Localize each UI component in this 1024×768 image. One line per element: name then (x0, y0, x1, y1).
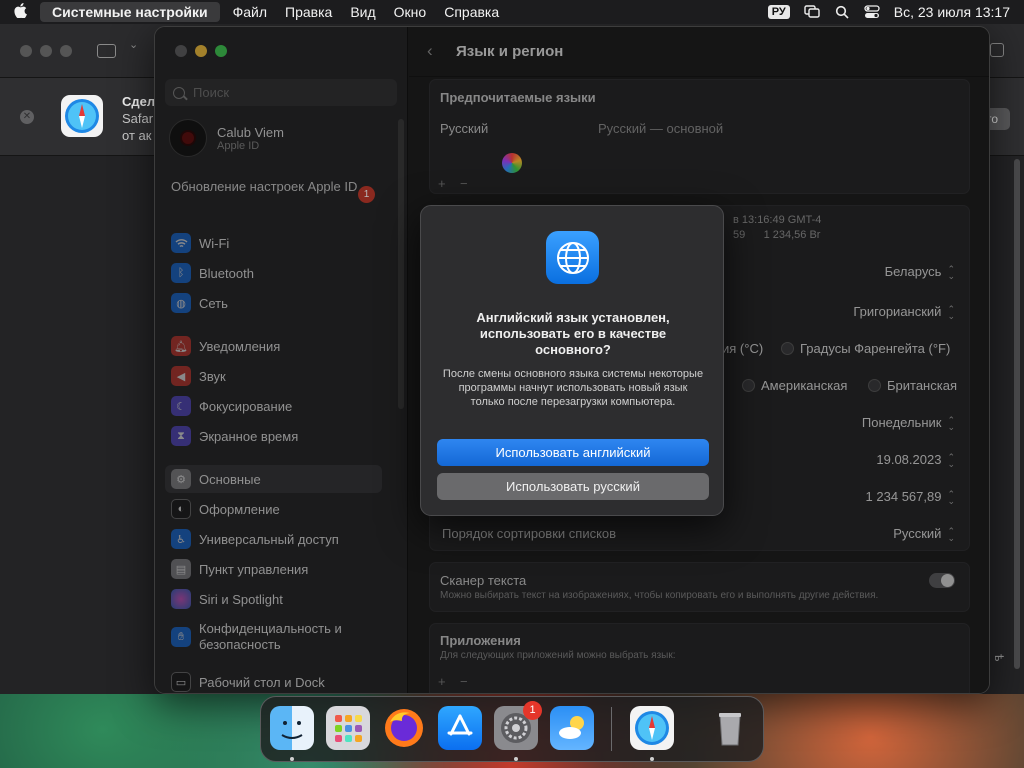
settings-badge: 1 (523, 701, 542, 720)
app-store-icon[interactable] (438, 706, 482, 750)
menu-bar: Системные настройки Файл Правка Вид Окно… (0, 0, 1024, 24)
bg-close-light[interactable] (20, 45, 32, 57)
dock-separator (611, 707, 612, 751)
chevron-down-icon[interactable]: ⌄ (129, 38, 138, 51)
sidebar-toggle-icon[interactable] (97, 44, 116, 58)
apple-menu-icon[interactable] (0, 2, 40, 22)
input-language-indicator[interactable]: РУ (767, 5, 790, 19)
trash-icon[interactable] (708, 706, 752, 750)
menu-file[interactable]: Файл (224, 2, 276, 22)
settings-running-indicator (514, 757, 518, 761)
use-russian-button[interactable]: Использовать русский (437, 473, 709, 500)
notice-line-3: от ак (122, 128, 152, 143)
notice-title: Сдел (122, 94, 156, 109)
finder-icon[interactable] (270, 706, 314, 750)
close-icon[interactable]: ✕ (20, 110, 34, 124)
menu-view[interactable]: Вид (341, 2, 384, 22)
safari-running-indicator (650, 757, 654, 761)
globe-icon (546, 231, 599, 284)
firefox-icon[interactable] (382, 706, 426, 750)
screen-mirroring-icon[interactable] (804, 5, 820, 19)
dialog-message: После смены основного языка системы неко… (442, 368, 704, 408)
menu-window[interactable]: Окно (385, 2, 436, 22)
menu-help[interactable]: Справка (435, 2, 508, 22)
dock (260, 696, 764, 762)
menu-app-name[interactable]: Системные настройки (40, 2, 220, 22)
notice-line-2: Safar (122, 111, 154, 126)
use-english-button[interactable]: Использовать английский (437, 439, 709, 466)
launchpad-icon[interactable] (326, 706, 370, 750)
finder-running-indicator (290, 757, 294, 761)
tabs-overview-icon[interactable] (990, 43, 1004, 57)
background-scrollbar[interactable] (1014, 159, 1020, 669)
dialog-title: Английский язык установлен, использовать… (476, 310, 670, 357)
language-alert-dialog: Английский язык установлен, использовать… (420, 205, 724, 516)
control-center-icon[interactable] (864, 5, 880, 19)
menu-edit[interactable]: Правка (276, 2, 341, 22)
bg-zoom-light[interactable] (60, 45, 72, 57)
safari-icon (61, 95, 103, 137)
safari-icon[interactable] (630, 706, 674, 750)
weather-icon[interactable] (550, 706, 594, 750)
background-vertical-text: ѣ (992, 654, 1006, 662)
menubar-clock[interactable]: Вс, 23 июля 13:17 (894, 4, 1010, 20)
search-icon[interactable] (834, 5, 850, 19)
bg-minimize-light[interactable] (40, 45, 52, 57)
